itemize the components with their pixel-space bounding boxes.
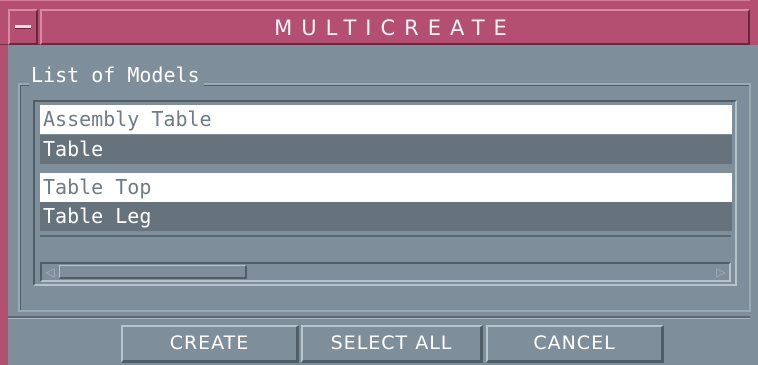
scroll-right-arrow-icon[interactable]: ▷ [714,265,728,279]
select-all-button[interactable]: SELECT ALL [301,325,483,363]
title-bar[interactable]: MULTICREATE [0,0,758,45]
models-list: Assembly Table Table Table Top Table Leg [40,105,732,237]
window-menu-button[interactable] [8,9,38,45]
models-listbox[interactable]: Assembly Table Table Table Top Table Leg… [33,100,737,286]
list-item-assembly-table[interactable]: Assembly Table [40,105,732,134]
button-separator [8,316,750,319]
title-area[interactable]: MULTICREATE [40,9,750,45]
window-border-right [750,0,758,45]
multicreate-dialog: MULTICREATE List of Models Assembly Tabl… [0,0,758,365]
horizontal-scrollbar[interactable]: ◁ ▷ [40,262,731,282]
cancel-button[interactable]: CANCEL [486,325,664,363]
scroll-left-arrow-icon[interactable]: ◁ [43,265,57,279]
models-group-label: List of Models [29,63,204,87]
list-item-table-leg[interactable]: Table Leg [40,202,732,231]
list-item-table-top[interactable]: Table Top [40,173,732,202]
window-menu-icon [15,25,31,29]
window-border-left [0,0,8,365]
window-title: MULTICREATE [274,16,516,40]
list-item-table[interactable]: Table [40,135,732,164]
scrollbar-thumb[interactable] [59,265,247,279]
create-button[interactable]: CREATE [121,325,299,363]
